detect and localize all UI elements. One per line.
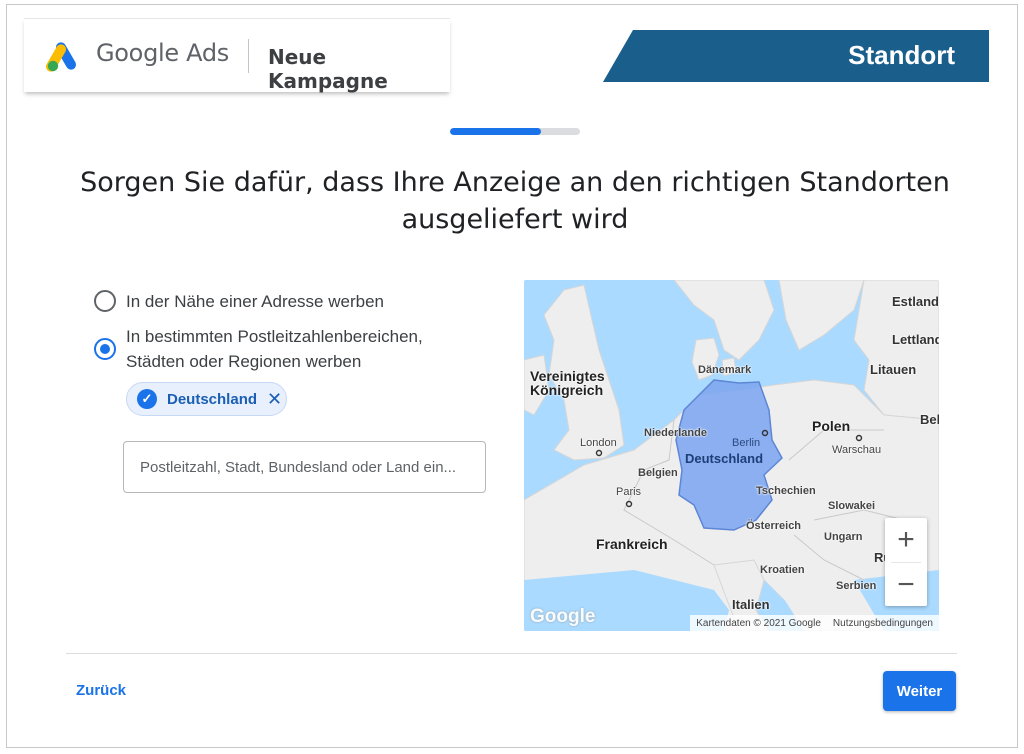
brand-name: Google Ads (96, 39, 229, 67)
map-label-estland: Estland (892, 294, 939, 309)
map-label-slowakei: Slowakei (828, 500, 876, 512)
header-card: Google Ads Neue Kampagne (24, 18, 450, 93)
header-divider (248, 39, 249, 73)
step-banner: Standort (603, 30, 989, 82)
map-label-bel: Bel (920, 412, 939, 427)
back-link[interactable]: Zurück (76, 682, 126, 699)
map-attribution: Kartendaten © 2021 Google (696, 617, 821, 629)
check-icon: ✓ (137, 389, 157, 409)
headline-line-1: Sorgen Sie dafür, dass Ihre Anzeige an d… (80, 167, 950, 198)
radio-button-regions[interactable] (84, 328, 130, 374)
close-icon[interactable]: ✕ (267, 389, 282, 410)
location-search-input[interactable] (123, 441, 486, 493)
step-title: Standort (848, 40, 955, 70)
progress-fill (450, 128, 541, 135)
map-label-tschechien: Tschechien (756, 485, 816, 497)
map-label-paris: Paris (616, 486, 642, 498)
radio-label-regions-line-1: In bestimmten Postleitzahlenbereichen, (126, 327, 423, 346)
map-label-kroatien: Kroatien (760, 564, 805, 576)
map-label-daenemark: Dänemark (698, 364, 752, 376)
map-label-lettland: Lettland (892, 332, 939, 347)
headline-line-2: ausgeliefert wird (401, 204, 629, 235)
radio-label-regions-line-2: Städten oder Regionen werben (126, 352, 362, 371)
radio-label-address: In der Nähe einer Adresse werben (126, 292, 384, 311)
map-label-serbien: Serbien (836, 580, 877, 592)
map-label-oesterreich: Österreich (746, 520, 802, 532)
map-label-london: London (580, 437, 617, 449)
map-label-litauen: Litauen (870, 362, 917, 377)
map-zoom-control: + − (885, 518, 927, 606)
zoom-in-button[interactable]: + (885, 518, 927, 562)
map-label-niederlande: Niederlande (644, 427, 707, 439)
zoom-out-button[interactable]: − (885, 563, 927, 607)
campaign-title: Neue Kampagne (268, 45, 388, 93)
map-label-belgien: Belgien (638, 467, 678, 479)
radio-label-regions: In bestimmten Postleitzahlenbereichen, S… (126, 324, 423, 374)
location-chip: ✓ Deutschland ✕ (126, 382, 287, 416)
google-ads-logo-icon (46, 42, 76, 72)
map-label-italien: Italien (732, 597, 770, 612)
map-label-berlin: Berlin (732, 437, 761, 449)
radio-option-regions[interactable]: In bestimmten Postleitzahlenbereichen, S… (84, 324, 423, 374)
map-label-warschau: Warschau (832, 444, 882, 456)
google-map-logo: Google (530, 606, 596, 627)
progress-bar (450, 128, 580, 135)
map-label-ungarn: Ungarn (824, 531, 863, 543)
radio-option-address[interactable]: In der Nähe einer Adresse werben (94, 290, 384, 314)
map-attribution-bar: Kartendaten © 2021 Google Nutzungsbeding… (690, 615, 939, 631)
location-chip-label: Deutschland (167, 390, 258, 408)
map-label-deutschland: Deutschland (685, 451, 764, 466)
page-headline: Sorgen Sie dafür, dass Ihre Anzeige an d… (60, 164, 970, 238)
map-terms-link[interactable]: Nutzungsbedingungen (833, 618, 933, 629)
radio-button-address[interactable] (94, 290, 116, 312)
next-button[interactable]: Weiter (883, 671, 956, 711)
map-label-polen: Polen (812, 418, 851, 434)
footer-divider (66, 653, 957, 654)
location-map[interactable]: Estland Lettland Litauen Vereinigtes Kön… (524, 280, 939, 631)
map-label-uk: Vereinigtes Königreich (530, 368, 605, 398)
map-label-frankreich: Frankreich (596, 536, 668, 552)
